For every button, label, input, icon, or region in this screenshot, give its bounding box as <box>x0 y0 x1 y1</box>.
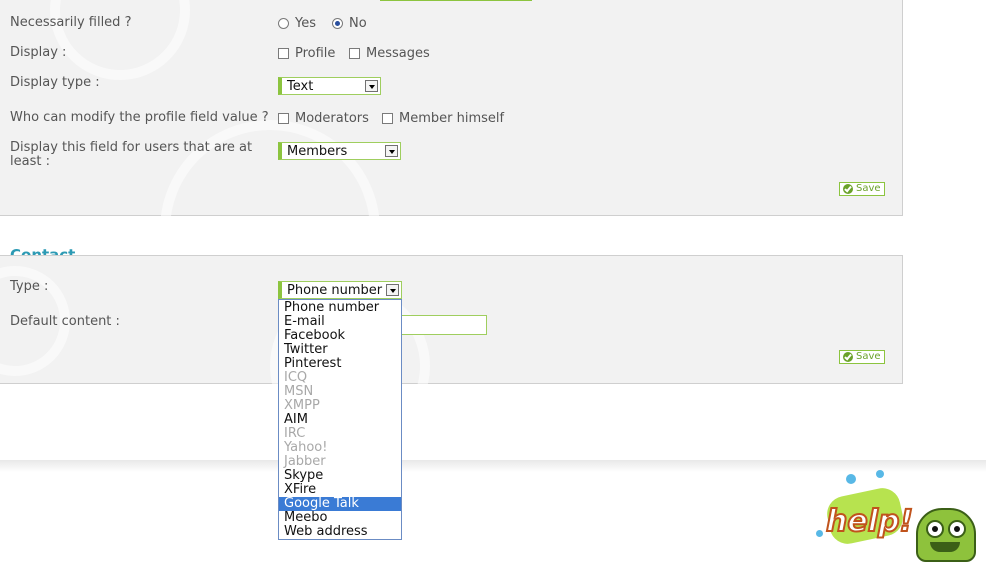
checkbox-messages-label: Messages <box>366 46 430 61</box>
contact-type-select[interactable]: Phone number <box>278 281 402 299</box>
dropdown-option[interactable]: Twitter <box>279 343 401 357</box>
checkbox-moderators-label: Moderators <box>295 111 369 126</box>
checkbox-profile-label: Profile <box>295 46 336 61</box>
save-button[interactable]: Save <box>839 182 885 196</box>
dropdown-option[interactable]: Meebo <box>279 511 401 525</box>
dropdown-option-disabled: ICQ <box>284 370 308 385</box>
eye-icon <box>948 520 966 538</box>
checkbox-member-himself[interactable] <box>382 113 393 124</box>
paint-splat <box>846 474 856 484</box>
checkbox-messages[interactable] <box>349 48 360 59</box>
dropdown-option[interactable]: Skype <box>279 469 401 483</box>
necessarily-filled-label: Necessarily filled ? <box>10 15 132 30</box>
dropdown-option-disabled: Jabber <box>284 454 326 469</box>
dropdown-option[interactable]: Pinterest <box>279 357 401 371</box>
display-for-value: Members <box>287 144 348 159</box>
display-for-label: Display this field for users that are at… <box>10 141 260 169</box>
radio-no-label: No <box>349 16 367 31</box>
display-type-select[interactable]: Text <box>278 77 381 95</box>
contact-type-dropdown[interactable]: Phone number E-mail Facebook Twitter Pin… <box>278 299 402 540</box>
paint-splat <box>816 530 823 537</box>
dropdown-option[interactable]: Facebook <box>279 329 401 343</box>
display-for-label-line2: least : <box>10 154 50 169</box>
display-label: Display : <box>10 45 67 60</box>
dropdown-option[interactable]: E-mail <box>279 315 401 329</box>
monster-mascot-icon <box>916 508 976 562</box>
display-for-label-line1: Display this field for users that are at <box>10 140 253 155</box>
chevron-down-icon[interactable] <box>385 145 398 157</box>
checkbox-profile[interactable] <box>278 48 289 59</box>
mouth-icon <box>930 542 960 552</box>
radio-yes[interactable] <box>278 18 289 29</box>
dropdown-option-disabled: MSN <box>284 384 314 399</box>
contact-type-label: Type : <box>10 279 49 294</box>
display-type-value: Text <box>287 79 314 94</box>
chevron-down-icon[interactable] <box>386 284 399 296</box>
background-swirl <box>50 0 190 80</box>
dropdown-option[interactable]: Web address <box>279 525 401 539</box>
dropdown-option[interactable]: XFire <box>279 483 401 497</box>
display-type-label: Display type : <box>10 75 100 90</box>
field-settings-panel <box>0 0 903 340</box>
save-button[interactable]: Save <box>839 350 885 364</box>
dropdown-option-disabled: IRC <box>284 426 306 441</box>
who-can-modify-label: Who can modify the profile field value ? <box>10 110 269 125</box>
save-button-label: Save <box>856 183 881 194</box>
help-logo[interactable]: help! <box>816 470 986 562</box>
field-underline <box>380 0 532 1</box>
dropdown-option[interactable]: Phone number <box>279 301 401 315</box>
default-content-label: Default content : <box>10 314 120 329</box>
checkmark-icon <box>843 352 853 362</box>
dropdown-option-disabled: XMPP <box>284 398 320 413</box>
display-for-select[interactable]: Members <box>278 142 401 160</box>
save-button-label: Save <box>856 351 881 362</box>
checkmark-icon <box>843 184 853 194</box>
dropdown-option[interactable]: AIM <box>279 413 401 427</box>
help-logo-text: help! <box>825 503 914 540</box>
paint-splat <box>876 470 884 478</box>
dropdown-option-highlighted[interactable]: Google Talk <box>279 497 401 511</box>
contact-type-value: Phone number <box>287 283 383 298</box>
radio-no[interactable] <box>332 18 343 29</box>
checkbox-moderators[interactable] <box>278 113 289 124</box>
eye-icon <box>926 520 944 538</box>
checkbox-member-himself-label: Member himself <box>399 111 505 126</box>
dropdown-option-disabled: Yahoo! <box>284 440 328 455</box>
chevron-down-icon[interactable] <box>365 80 378 92</box>
radio-yes-label: Yes <box>295 16 316 31</box>
